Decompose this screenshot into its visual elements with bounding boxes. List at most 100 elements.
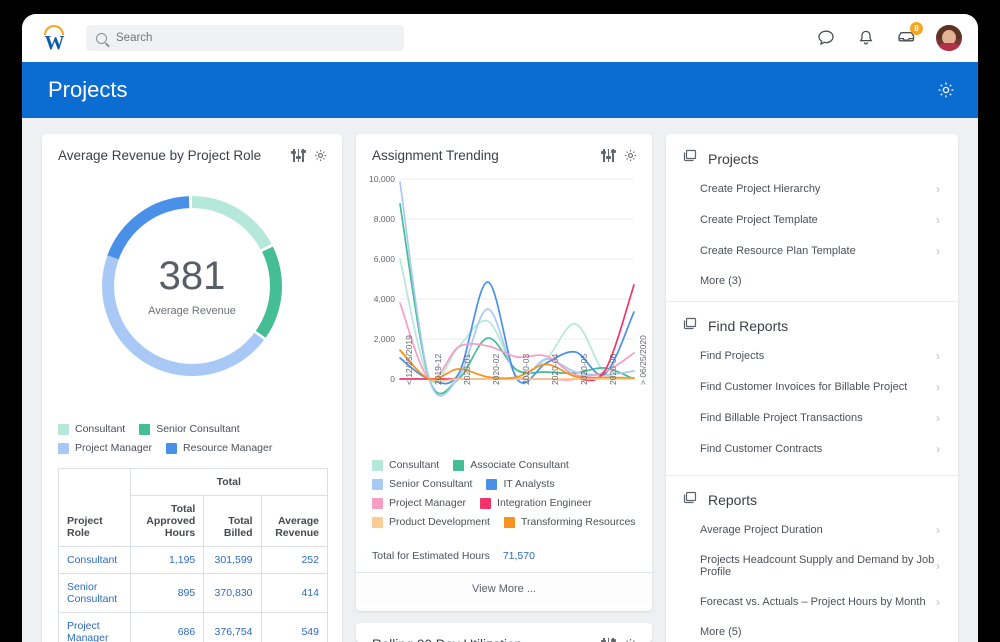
cell-role[interactable]: Consultant [58, 546, 131, 574]
gear-icon[interactable] [623, 148, 638, 163]
legend-item[interactable]: Associate Consultant [453, 459, 569, 471]
list-item[interactable]: Find Billable Project Transactions › [682, 403, 944, 434]
card-title: Assignment Trending [372, 148, 499, 163]
legend-item[interactable]: Consultant [58, 423, 125, 435]
donut-center-label: Average Revenue [148, 304, 236, 317]
chevron-right-icon: › [936, 212, 940, 227]
legend-label: Integration Engineer [497, 497, 592, 509]
legend-item[interactable]: Product Development [372, 516, 490, 528]
gear-icon[interactable] [313, 148, 328, 163]
filter-sliders-icon[interactable] [601, 148, 616, 163]
gear-icon[interactable] [623, 637, 638, 642]
chevron-right-icon: › [936, 559, 940, 573]
role-link[interactable]: Senior Consultant [67, 581, 117, 605]
legend-item[interactable]: Project Manager [58, 442, 152, 454]
top-bar-actions: 8 [816, 14, 962, 62]
card-header: Rolling 90 Day Utilization [372, 637, 638, 642]
legend-label: Senior Consultant [389, 478, 473, 490]
list-item[interactable]: Create Project Hierarchy › [682, 173, 944, 204]
legend-item[interactable]: Consultant [372, 459, 439, 471]
svg-text:4,000: 4,000 [374, 294, 396, 304]
list-item[interactable]: Forecast vs. Actuals – Project Hours by … [682, 587, 944, 618]
legend-label: Project Manager [389, 497, 467, 509]
table-row: Consultant 1,195 301,599 252 [58, 546, 329, 574]
search-input[interactable]: Search [86, 25, 404, 51]
legend-label: Consultant [75, 423, 126, 435]
browser-window: W Search 8 Projects Average Revenue by P… [22, 14, 978, 642]
panel-section-find-reports: Find Reports Find Projects › Find Custom… [666, 302, 958, 476]
list-item[interactable]: Create Resource Plan Template › [682, 235, 944, 266]
notifications-bell-icon[interactable] [856, 28, 876, 48]
dashboard-body: Average Revenue by Project Role 381 Aver… [22, 118, 978, 642]
cell-hours: 895 [129, 573, 205, 613]
list-item[interactable]: Average Project Duration › [682, 515, 944, 546]
page-title: Projects [48, 77, 128, 102]
legend-swatch [503, 516, 515, 528]
svg-text:8,000: 8,000 [374, 214, 396, 224]
cell-role[interactable]: Project Manager [58, 612, 131, 642]
legend-swatch [58, 423, 69, 435]
quick-tasks-panel: Projects Create Project Hierarchy › Crea… [666, 134, 958, 642]
list-item[interactable]: Projects Headcount Supply and Demand by … [682, 546, 944, 587]
legend-label: Product Development [389, 516, 490, 528]
legend-label: IT Analysts [503, 478, 555, 490]
filter-sliders-icon[interactable] [291, 148, 306, 163]
x-axis-tick-label: 2020-06 [608, 353, 619, 385]
cell-billed: 370,830 [203, 573, 262, 613]
list-item[interactable]: Find Customer Contracts › [682, 434, 944, 465]
svg-text:10,000: 10,000 [369, 174, 395, 184]
x-axis-tick-label: 2020-05 [579, 353, 589, 385]
line-chart: 0 2,000 4,000 6,000 8,000 10,000 < 12/25/2019… [364, 171, 648, 457]
view-more-button[interactable]: View More ... [356, 572, 652, 605]
table-row: Project Manager 686 376,754 549 [58, 612, 329, 642]
legend-item[interactable]: Senior Consultant [372, 478, 472, 490]
search-placeholder: Search [116, 32, 153, 44]
list-item[interactable]: Find Customer Invoices for Billable Proj… [682, 372, 944, 403]
legend-item[interactable]: IT Analysts [486, 478, 555, 490]
chevron-right-icon: › [936, 411, 940, 425]
chevron-right-icon: › [936, 349, 940, 363]
more-link[interactable]: More (3) [682, 266, 944, 291]
x-axis-tick-label: < 12/25/2019 [403, 335, 414, 385]
legend-swatch [372, 478, 383, 490]
legend-swatch [372, 516, 383, 528]
legend-item[interactable]: Senior Consultant [139, 423, 240, 435]
page-settings-gear-icon[interactable] [936, 80, 956, 105]
legend-label: Senior Consultant [156, 423, 240, 435]
item-label: Projects Headcount Supply and Demand by … [700, 554, 935, 578]
legend-item[interactable]: Integration Engineer [480, 497, 592, 509]
panel-section-projects: Projects Create Project Hierarchy › Crea… [666, 134, 958, 302]
section-title: Reports [708, 492, 758, 508]
item-label: Create Project Hierarchy [700, 182, 821, 195]
col-group-total: Total [129, 468, 328, 496]
inbox-icon[interactable]: 8 [896, 22, 923, 48]
workday-logo[interactable]: W [40, 23, 68, 54]
legend-swatch [486, 478, 498, 490]
cell-role[interactable]: Senior Consultant [58, 573, 131, 613]
legend-item[interactable]: Project Manager [372, 497, 466, 509]
window-stack-icon [682, 316, 698, 337]
more-link[interactable]: More (5) [682, 618, 944, 642]
user-avatar[interactable] [936, 25, 962, 51]
average-revenue-card: Average Revenue by Project Role 381 Aver… [42, 134, 342, 642]
dashboard-column-left: Average Revenue by Project Role 381 Aver… [42, 134, 342, 642]
list-item[interactable]: Create Project Template › [682, 204, 944, 235]
chevron-right-icon: › [936, 523, 940, 537]
screen-frame: W Search 8 Projects Average Revenue by P… [0, 0, 1000, 642]
list-item[interactable]: Find Projects › [682, 341, 944, 372]
legend-swatch [166, 442, 178, 454]
legend-swatch [372, 497, 383, 509]
legend-item[interactable]: Transforming Resources [503, 516, 636, 528]
filter-sliders-icon[interactable] [601, 637, 616, 642]
item-label: Find Projects [700, 350, 765, 362]
chevron-right-icon: › [936, 181, 940, 196]
role-link[interactable]: Project Manager [67, 620, 108, 642]
cell-avg: 549 [260, 612, 329, 642]
col-project-role: Project Role [58, 468, 131, 547]
revenue-table-wrapper: Project Role Total Total Approved Hours … [58, 468, 329, 642]
chat-icon[interactable] [816, 28, 836, 48]
legend-item[interactable]: Resource Manager [166, 442, 272, 454]
legend-label: Transforming Resources [520, 516, 636, 528]
role-link[interactable]: Consultant [67, 554, 117, 566]
col-average-revenue: Average Revenue [260, 495, 329, 547]
